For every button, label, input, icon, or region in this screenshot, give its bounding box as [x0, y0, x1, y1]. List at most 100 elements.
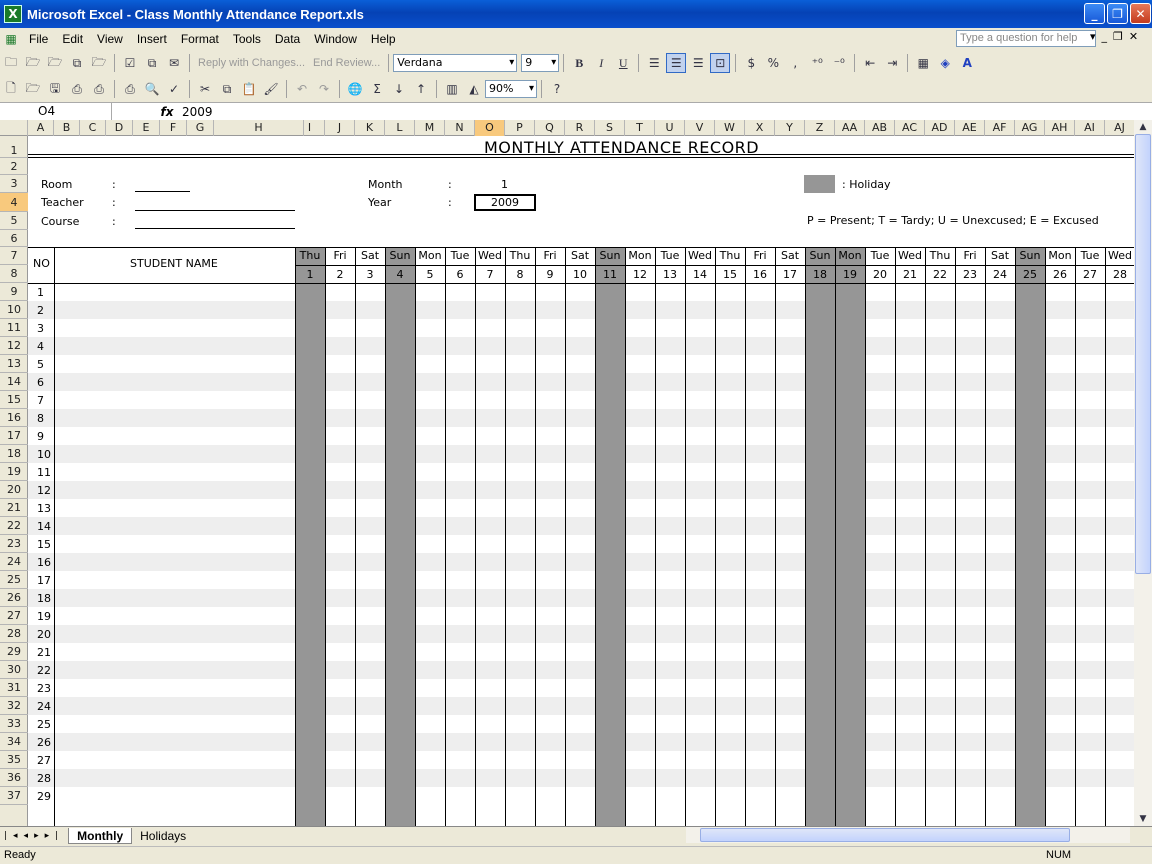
print-icon[interactable]: ⎙ [89, 79, 109, 99]
decrease-indent-icon[interactable]: ⇤ [860, 53, 880, 73]
column-header-X[interactable]: X [745, 120, 775, 136]
folder-icon[interactable]: 🗁 [45, 53, 65, 73]
track-icon[interactable]: ⧉ [142, 53, 162, 73]
mail-icon[interactable]: ✉ [164, 53, 184, 73]
row-header-2[interactable]: 2 [0, 158, 28, 175]
horizontal-scroll-thumb[interactable] [700, 828, 1070, 842]
row-header-21[interactable]: 21 [0, 499, 28, 517]
column-header-V[interactable]: V [685, 120, 715, 136]
menu-tools[interactable]: Tools [226, 32, 268, 46]
menu-view[interactable]: View [90, 32, 130, 46]
column-header-B[interactable]: B [54, 120, 80, 136]
year-value-cell[interactable]: 2009 [474, 194, 536, 211]
sort-descending-icon[interactable]: ↑ [411, 79, 431, 99]
menu-window[interactable]: Window [307, 32, 364, 46]
save-icon[interactable]: 🖫 [45, 79, 65, 99]
row-header-28[interactable]: 28 [0, 625, 28, 643]
worksheet-grid[interactable]: A B C D E F G H I J K L M N O P Q R S T U V W X Y Z AA AB AC AD AE AF AG… [0, 120, 1134, 826]
new-file-icon[interactable]: 🗋 [1, 79, 21, 99]
excel-app-icon[interactable]: X [4, 5, 22, 23]
autosum-icon[interactable]: Σ [367, 79, 387, 99]
menu-edit[interactable]: Edit [55, 32, 90, 46]
column-header-H[interactable]: H [214, 120, 304, 136]
row-header-5[interactable]: 5 [0, 212, 28, 230]
row-header-15[interactable]: 15 [0, 391, 28, 409]
column-header-D[interactable]: D [106, 120, 133, 136]
row-header-10[interactable]: 10 [0, 301, 28, 319]
column-header-Z[interactable]: Z [805, 120, 835, 136]
column-header-I[interactable]: I [295, 120, 325, 136]
row-header-29[interactable]: 29 [0, 643, 28, 661]
row-header-37[interactable]: 37 [0, 787, 28, 805]
row-header-25[interactable]: 25 [0, 571, 28, 589]
column-header-AF[interactable]: AF [985, 120, 1015, 136]
row-header-36[interactable]: 36 [0, 769, 28, 787]
cut-icon[interactable]: ✂ [195, 79, 215, 99]
align-center-icon[interactable]: ☰ [666, 53, 687, 73]
scroll-down-icon[interactable]: ▼ [1135, 812, 1151, 826]
minimize-button[interactable]: _ [1084, 3, 1105, 24]
scroll-up-icon[interactable]: ▲ [1135, 120, 1151, 134]
column-header-P[interactable]: P [505, 120, 535, 136]
row-header-19[interactable]: 19 [0, 463, 28, 481]
column-header-N[interactable]: N [445, 120, 475, 136]
row-header-4[interactable]: 4 [0, 193, 28, 212]
column-header-AG[interactable]: AG [1015, 120, 1045, 136]
row-header-16[interactable]: 16 [0, 409, 28, 427]
paste-icon[interactable]: 📋 [239, 79, 259, 99]
align-right-icon[interactable]: ☰ [688, 53, 708, 73]
italic-button[interactable]: I [591, 53, 611, 73]
vertical-scrollbar[interactable]: ▲ ▼ [1134, 120, 1152, 826]
column-header-C[interactable]: C [80, 120, 106, 136]
redo-icon[interactable]: ↷ [314, 79, 334, 99]
sort-ascending-icon[interactable]: ↓ [389, 79, 409, 99]
row-header-35[interactable]: 35 [0, 751, 28, 769]
row-header-26[interactable]: 26 [0, 589, 28, 607]
font-select[interactable]: Verdana [393, 54, 518, 72]
undo-icon[interactable]: ↶ [292, 79, 312, 99]
increase-indent-icon[interactable]: ⇥ [882, 53, 902, 73]
row-header-17[interactable]: 17 [0, 427, 28, 445]
drawing-icon[interactable]: ◭ [464, 79, 484, 99]
check-icon[interactable]: ☑ [120, 53, 140, 73]
insert-function-button[interactable]: fx [152, 105, 182, 119]
column-header-A[interactable]: A [28, 120, 54, 136]
column-header-AA[interactable]: AA [835, 120, 865, 136]
underline-button[interactable]: U [613, 53, 633, 73]
folder-icon[interactable]: 🗀 [1, 53, 21, 73]
row-header-23[interactable]: 23 [0, 535, 28, 553]
vertical-scroll-thumb[interactable] [1135, 134, 1151, 574]
row-header-13[interactable]: 13 [0, 355, 28, 373]
tab-monthly[interactable]: Monthly [68, 827, 133, 844]
column-header-J[interactable]: J [325, 120, 355, 136]
row-header-14[interactable]: 14 [0, 373, 28, 391]
row-header-9[interactable]: 9 [0, 283, 28, 301]
menu-data[interactable]: Data [268, 32, 307, 46]
increase-decimal-icon[interactable]: ⁺⁰ [807, 53, 827, 73]
close-button[interactable]: ✕ [1130, 3, 1151, 24]
row-header-3[interactable]: 3 [0, 175, 28, 193]
decrease-decimal-icon[interactable]: ⁻⁰ [829, 53, 849, 73]
bold-button[interactable]: B [569, 53, 589, 73]
copy-icon[interactable]: ⧉ [217, 79, 237, 99]
currency-button[interactable]: $ [741, 53, 761, 73]
percent-button[interactable]: % [763, 53, 783, 73]
row-header-12[interactable]: 12 [0, 337, 28, 355]
font-size-select[interactable]: 9 [521, 54, 560, 72]
column-header-AB[interactable]: AB [865, 120, 895, 136]
format-painter-icon[interactable]: 🖌 [261, 79, 281, 99]
row-header-18[interactable]: 18 [0, 445, 28, 463]
column-header-S[interactable]: S [595, 120, 625, 136]
column-header-AE[interactable]: AE [955, 120, 985, 136]
menu-file[interactable]: File [22, 32, 55, 46]
folder-icon[interactable]: 🗁 [89, 53, 109, 73]
row-header-32[interactable]: 32 [0, 697, 28, 715]
row-header-1[interactable]: 1 [0, 136, 28, 158]
menu-help[interactable]: Help [364, 32, 403, 46]
row-header-11[interactable]: 11 [0, 319, 28, 337]
folder-icon[interactable]: 🗁 [23, 53, 43, 73]
row-header-33[interactable]: 33 [0, 715, 28, 733]
column-header-T[interactable]: T [625, 120, 655, 136]
row-header-6[interactable]: 6 [0, 230, 28, 247]
column-header-AI[interactable]: AI [1075, 120, 1105, 136]
